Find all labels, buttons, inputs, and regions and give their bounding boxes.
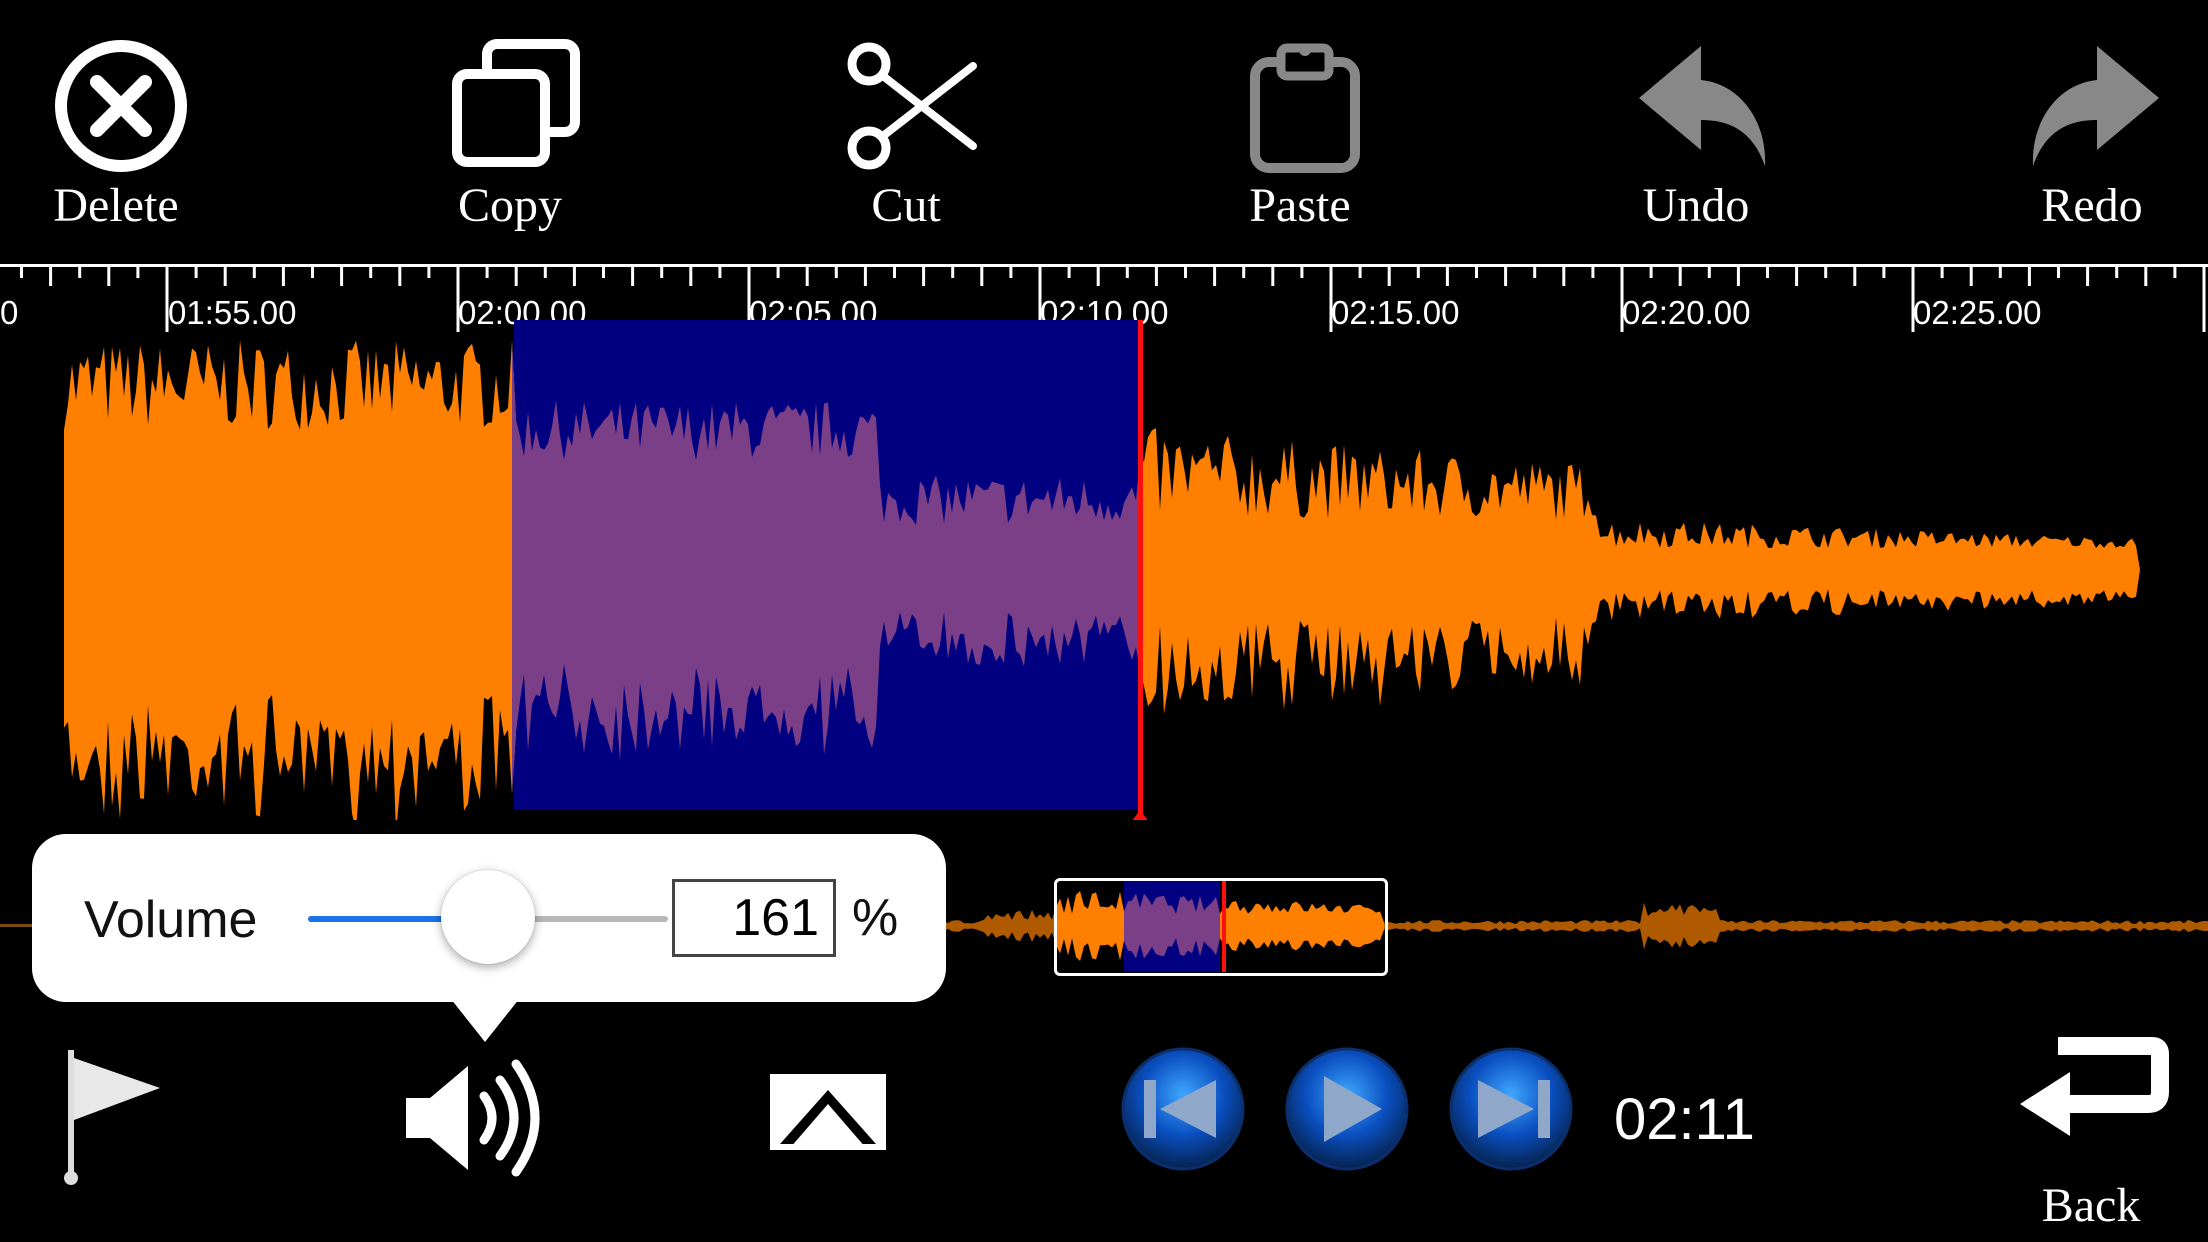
paste-label: Paste <box>1249 179 1351 232</box>
copy-icon <box>452 39 580 167</box>
skip-back-button[interactable] <box>1120 1046 1246 1172</box>
waveform-left-segment <box>64 340 516 820</box>
play-icon <box>1285 1047 1409 1171</box>
airplay-icon <box>770 1074 886 1150</box>
airplay-button[interactable] <box>766 1070 890 1154</box>
overview-visible-window[interactable] <box>1054 878 1388 976</box>
redo-arrow-icon <box>2032 46 2159 166</box>
clipboard-icon <box>1250 43 1360 173</box>
x-circle-icon <box>55 40 187 172</box>
back-button[interactable]: Back <box>2006 1030 2176 1240</box>
cut-button[interactable]: Cut <box>796 28 1016 258</box>
undo-arrow-icon <box>1639 46 1766 166</box>
audio-editor-screen: Delete Copy Cut Paste Undo Redo 0 01:55.… <box>0 0 2208 1242</box>
marker-button[interactable] <box>60 1046 170 1186</box>
delete-label: Delete <box>53 179 179 232</box>
speaker-icon <box>406 1059 540 1177</box>
back-label: Back <box>2041 1179 2141 1232</box>
volume-value-input[interactable] <box>672 879 836 957</box>
copy-label: Copy <box>457 179 562 232</box>
skip-back-icon <box>1121 1047 1245 1171</box>
volume-unit: % <box>852 889 899 947</box>
volume-slider[interactable] <box>308 870 668 964</box>
playhead-line <box>1138 320 1143 820</box>
waveform-right-segment <box>1140 428 2140 714</box>
undo-button[interactable]: Undo <box>1586 28 1806 258</box>
flag-icon <box>64 1050 160 1185</box>
playback-time: 02:11 <box>1614 1087 1755 1152</box>
return-arrow-icon <box>2020 1037 2169 1136</box>
skip-forward-icon <box>1449 1047 1573 1171</box>
volume-popover: Volume % <box>32 834 946 1042</box>
play-button[interactable] <box>1284 1046 1410 1172</box>
skip-forward-button[interactable] <box>1448 1046 1574 1172</box>
volume-label: Volume <box>84 891 258 949</box>
scissors-icon <box>847 42 977 170</box>
waveform-canvas <box>64 320 2140 820</box>
cut-label: Cut <box>871 179 941 232</box>
playhead-handle[interactable] <box>1092 810 1190 820</box>
undo-label: Undo <box>1642 179 1750 232</box>
waveform-view[interactable] <box>0 320 2208 820</box>
bottom-controls: 02:11 Back <box>0 1010 2208 1242</box>
volume-button[interactable] <box>402 1058 542 1178</box>
delete-button[interactable]: Delete <box>6 28 226 258</box>
copy-button[interactable]: Copy <box>400 28 620 258</box>
edit-toolbar: Delete Copy Cut Paste Undo Redo <box>0 0 2208 262</box>
redo-label: Redo <box>2041 179 2143 232</box>
redo-button[interactable]: Redo <box>1982 28 2202 258</box>
paste-button[interactable]: Paste <box>1190 28 1410 258</box>
slider-thumb[interactable] <box>441 870 535 964</box>
